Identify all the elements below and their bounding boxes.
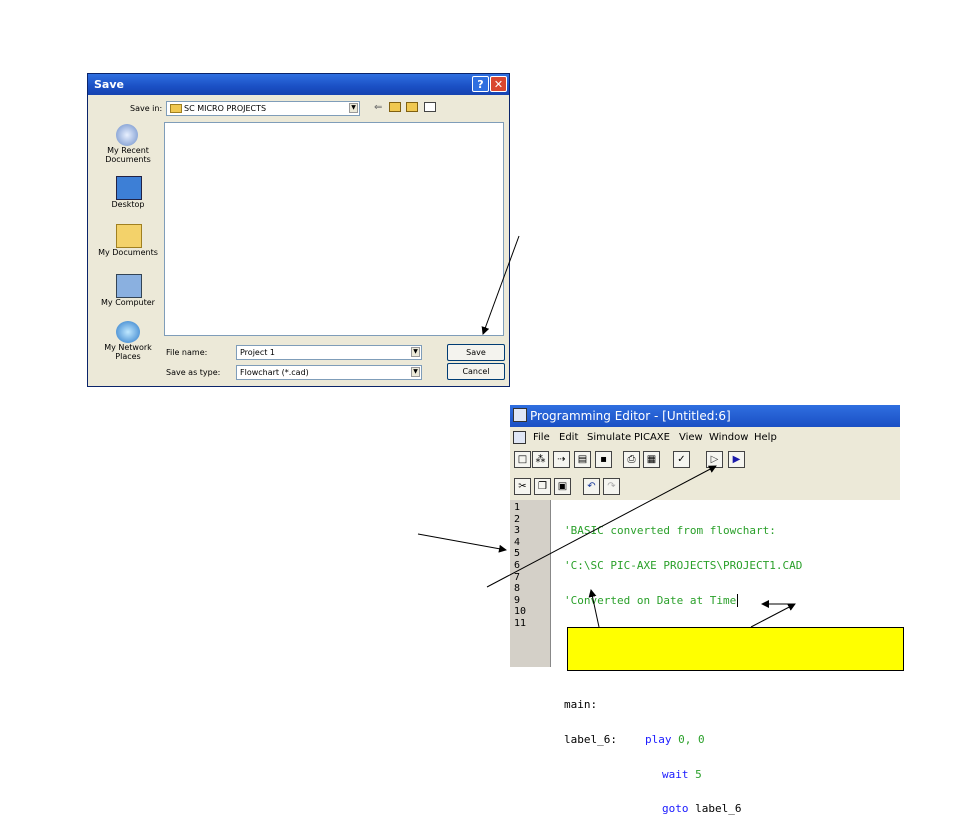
arrow-to-goto-right bbox=[750, 603, 796, 628]
args-token: 5 bbox=[688, 767, 702, 781]
keyword-token: wait bbox=[662, 767, 689, 781]
code-line: wait 5 bbox=[564, 767, 802, 781]
code-line: goto label_6 bbox=[564, 803, 802, 815]
arrow-to-gutter bbox=[417, 533, 507, 553]
annotation-arrows bbox=[417, 235, 796, 628]
keyword-token: goto bbox=[662, 802, 689, 816]
args-token: label_6 bbox=[688, 802, 742, 816]
arrow-to-label bbox=[588, 589, 600, 628]
arrow-to-simulate bbox=[486, 465, 717, 588]
arrow-to-save-button bbox=[481, 235, 520, 335]
